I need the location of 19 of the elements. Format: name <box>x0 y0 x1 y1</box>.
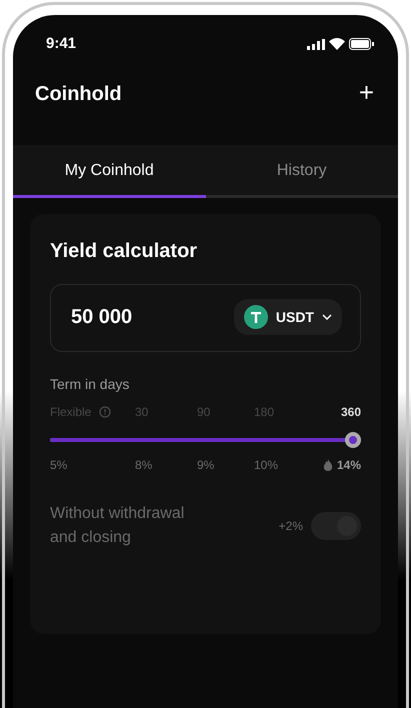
card-title: Yield calculator <box>50 239 198 264</box>
tab[interactable]: My Coinhold <box>13 145 206 198</box>
rate-value: 5% <box>50 457 68 474</box>
term-option[interactable]: 360 <box>340 403 361 421</box>
amount-field[interactable]: 50 000 USDT <box>50 284 361 352</box>
amount-value: 50 000 <box>71 305 132 330</box>
term-label: Term in days <box>50 375 130 394</box>
currency-code: USDT <box>276 308 314 326</box>
rate-value: 8% <box>135 457 152 474</box>
tab[interactable]: History <box>206 145 398 198</box>
rate-value: 14% <box>336 457 361 474</box>
bonus-label: +2% <box>278 518 303 535</box>
clock: 9:41 <box>46 34 76 54</box>
option-label: Without withdrawal and closing <box>50 504 186 548</box>
app-title: Coinhold <box>35 82 122 107</box>
rate-value: 9% <box>197 457 214 474</box>
rate-value: 10% <box>254 457 278 474</box>
add-button[interactable]: + <box>358 79 374 105</box>
currency-selector[interactable]: USDT <box>234 299 342 335</box>
